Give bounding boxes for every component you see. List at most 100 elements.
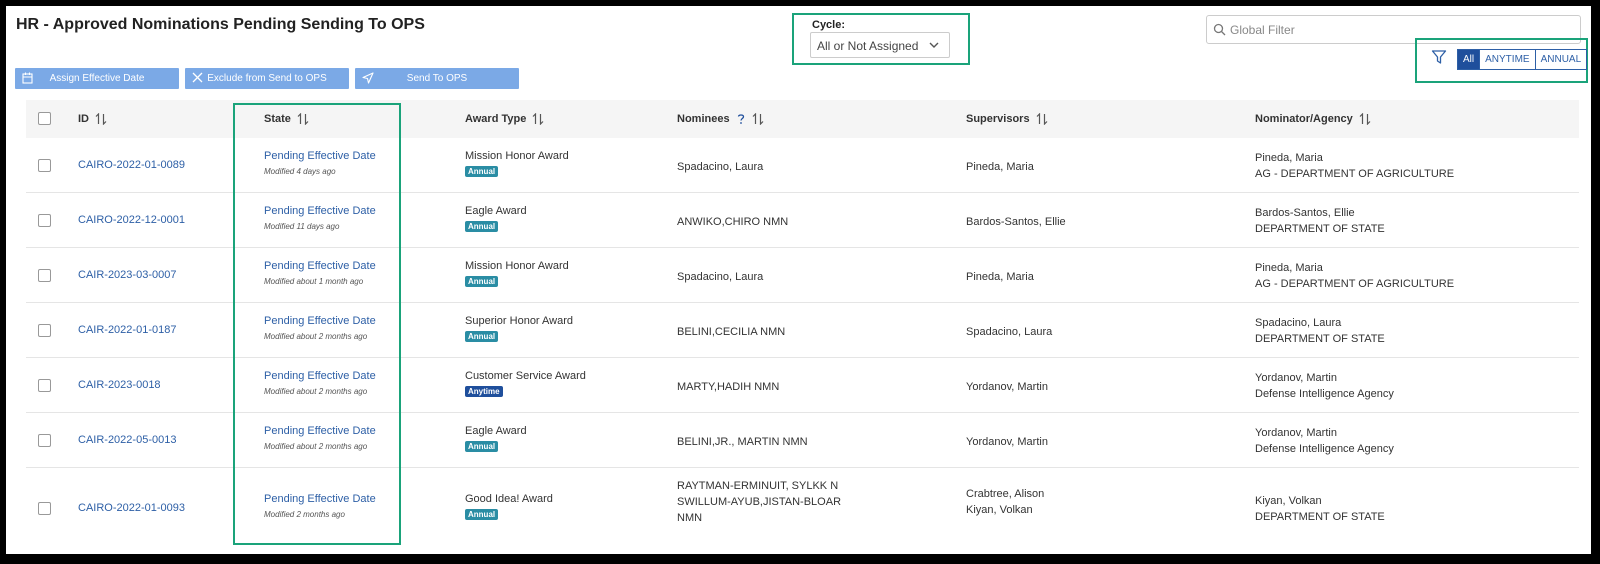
nomination-id-link[interactable]: CAIR-2023-03-0007 bbox=[78, 269, 176, 281]
nominee-name: Spadacino, Laura bbox=[677, 161, 764, 173]
filter-icon[interactable] bbox=[1431, 49, 1447, 65]
nominator-cell: Spadacino, Laura DEPARTMENT OF STATE bbox=[1255, 315, 1385, 347]
column-header-id[interactable]: ID bbox=[78, 113, 107, 125]
nominator-name: Bardos-Santos, Ellie bbox=[1255, 207, 1355, 219]
row-checkbox[interactable] bbox=[38, 324, 51, 337]
nominees-cell: Spadacino, Laura bbox=[677, 159, 763, 175]
nominee-name: MARTY,HADIH NMN bbox=[677, 381, 780, 393]
exclude-from-send-label: Exclude from Send to OPS bbox=[207, 73, 327, 84]
cycle-filter-highlight: Cycle: All or Not Assigned bbox=[792, 13, 970, 65]
nominee-name: SWILLUM-AYUB,JISTAN-BLOAR bbox=[677, 496, 842, 508]
agency-name: DEPARTMENT OF STATE bbox=[1255, 223, 1385, 235]
award-type-cell: Superior Honor Award Annual bbox=[465, 315, 573, 342]
filter-option-anytime[interactable]: ANYTIME bbox=[1480, 49, 1536, 70]
award-name: Eagle Award bbox=[465, 205, 527, 217]
agency-name: Defense Intelligence Agency bbox=[1255, 443, 1394, 455]
award-cycle-badge: Annual bbox=[465, 509, 499, 520]
nominees-cell: BELINI,JR., MARTIN NMN bbox=[677, 434, 808, 450]
award-type-cell: Eagle Award Annual bbox=[465, 425, 527, 452]
assign-effective-date-label: Assign Effective Date bbox=[49, 73, 145, 84]
nominator-name: Yordanov, Martin bbox=[1255, 372, 1337, 384]
cycle-label: Cycle: bbox=[812, 19, 846, 31]
supervisor-name: Yordanov, Martin bbox=[966, 436, 1048, 448]
supervisors-cell: Spadacino, Laura bbox=[966, 324, 1052, 340]
column-header-award-type-label: Award Type bbox=[465, 113, 527, 125]
nominator-cell: Pineda, Maria AG - DEPARTMENT OF AGRICUL… bbox=[1255, 260, 1454, 292]
row-checkbox[interactable] bbox=[38, 434, 51, 447]
award-cycle-badge: Annual bbox=[465, 276, 499, 287]
nominee-name: BELINI,CECILIA NMN bbox=[677, 326, 786, 338]
award-type-cell: Eagle Award Annual bbox=[465, 205, 527, 232]
supervisor-name: Crabtree, Alison bbox=[966, 488, 1045, 500]
award-type-cell: Customer Service Award Anytime bbox=[465, 370, 586, 397]
supervisors-cell: Pineda, Maria bbox=[966, 269, 1034, 285]
nominator-cell: Yordanov, Martin Defense Intelligence Ag… bbox=[1255, 370, 1394, 402]
award-type-cell: Mission Honor Award Annual bbox=[465, 150, 569, 177]
nomination-id-link[interactable]: CAIRO-2022-01-0089 bbox=[78, 159, 185, 171]
row-checkbox[interactable] bbox=[38, 379, 51, 392]
nomination-id-link[interactable]: CAIR-2022-01-0187 bbox=[78, 324, 176, 336]
search-icon bbox=[1213, 23, 1226, 36]
column-header-supervisors[interactable]: Supervisors bbox=[966, 113, 1048, 125]
exclude-from-send-button[interactable]: Exclude from Send to OPS bbox=[185, 68, 349, 89]
sort-icon bbox=[532, 113, 544, 125]
nomination-id-link[interactable]: CAIR-2023-0018 bbox=[78, 379, 161, 391]
global-filter-input[interactable] bbox=[1230, 19, 1570, 40]
cycle-select[interactable]: All or Not Assigned bbox=[810, 32, 950, 58]
nominator-name: Pineda, Maria bbox=[1255, 262, 1323, 274]
nomination-id-link[interactable]: CAIRO-2022-12-0001 bbox=[78, 214, 185, 226]
column-header-nominees[interactable]: Nominees bbox=[677, 113, 764, 125]
column-header-id-label: ID bbox=[78, 113, 89, 125]
award-name: Mission Honor Award bbox=[465, 150, 569, 162]
nominator-name: Yordanov, Martin bbox=[1255, 427, 1337, 439]
row-checkbox[interactable] bbox=[38, 269, 51, 282]
nominator-name: Kiyan, Volkan bbox=[1255, 495, 1322, 507]
chevron-down-icon bbox=[929, 42, 939, 48]
nomination-id-link[interactable]: CAIR-2022-05-0013 bbox=[78, 434, 176, 446]
award-type-cell: Mission Honor Award Annual bbox=[465, 260, 569, 287]
row-checkbox[interactable] bbox=[38, 502, 51, 515]
filter-option-annual[interactable]: ANNUAL bbox=[1535, 49, 1588, 70]
agency-name: Defense Intelligence Agency bbox=[1255, 388, 1394, 400]
column-header-supervisors-label: Supervisors bbox=[966, 113, 1030, 125]
nominator-name: Spadacino, Laura bbox=[1255, 317, 1342, 329]
sort-icon bbox=[1359, 113, 1371, 125]
supervisor-name: Spadacino, Laura bbox=[966, 326, 1053, 338]
supervisors-cell: Crabtree, Alison Kiyan, Volkan bbox=[966, 486, 1044, 518]
column-header-award-type[interactable]: Award Type bbox=[465, 113, 544, 125]
nominee-name: BELINI,JR., MARTIN NMN bbox=[677, 436, 808, 448]
nomination-id-link[interactable]: CAIRO-2022-01-0093 bbox=[78, 502, 185, 514]
award-cycle-badge: Anytime bbox=[465, 386, 503, 397]
nominee-name: ANWIKO,CHIRO NMN bbox=[677, 216, 789, 228]
nominator-cell: Yordanov, Martin Defense Intelligence Ag… bbox=[1255, 425, 1394, 457]
sort-icon bbox=[752, 113, 764, 125]
column-header-nominator[interactable]: Nominator/Agency bbox=[1255, 113, 1371, 125]
award-name: Good Idea! Award bbox=[465, 493, 553, 505]
filter-option-all[interactable]: All bbox=[1457, 49, 1481, 70]
assign-effective-date-button[interactable]: Assign Effective Date bbox=[15, 68, 179, 89]
send-to-ops-label: Send To OPS bbox=[406, 73, 468, 84]
nominee-name: RAYTMAN-ERMINUIT, SYLKK N bbox=[677, 480, 839, 492]
agency-name: DEPARTMENT OF STATE bbox=[1255, 511, 1385, 523]
question-icon[interactable] bbox=[736, 113, 746, 125]
supervisors-cell: Pineda, Maria bbox=[966, 159, 1034, 175]
agency-name: AG - DEPARTMENT OF AGRICULTURE bbox=[1255, 168, 1455, 180]
send-to-ops-button[interactable]: Send To OPS bbox=[355, 68, 519, 89]
supervisor-name: Bardos-Santos, Ellie bbox=[966, 216, 1066, 228]
nominator-name: Pineda, Maria bbox=[1255, 152, 1323, 164]
sort-icon bbox=[1036, 113, 1048, 125]
nominees-cell: ANWIKO,CHIRO NMN bbox=[677, 214, 788, 230]
column-header-nominees-label: Nominees bbox=[677, 113, 730, 125]
award-cycle-badge: Annual bbox=[465, 331, 499, 342]
supervisor-name: Kiyan, Volkan bbox=[966, 504, 1033, 516]
row-checkbox[interactable] bbox=[38, 159, 51, 172]
supervisors-cell: Yordanov, Martin bbox=[966, 434, 1048, 450]
nominator-cell: Pineda, Maria AG - DEPARTMENT OF AGRICUL… bbox=[1255, 150, 1454, 182]
row-checkbox[interactable] bbox=[38, 214, 51, 227]
award-name: Mission Honor Award bbox=[465, 260, 569, 272]
nominator-cell: Kiyan, Volkan DEPARTMENT OF STATE bbox=[1255, 493, 1385, 525]
cycle-select-value: All or Not Assigned bbox=[817, 39, 919, 53]
award-name: Eagle Award bbox=[465, 425, 527, 437]
select-all-checkbox[interactable] bbox=[38, 112, 51, 125]
app-frame: HR - Approved Nominations Pending Sendin… bbox=[6, 6, 1591, 554]
